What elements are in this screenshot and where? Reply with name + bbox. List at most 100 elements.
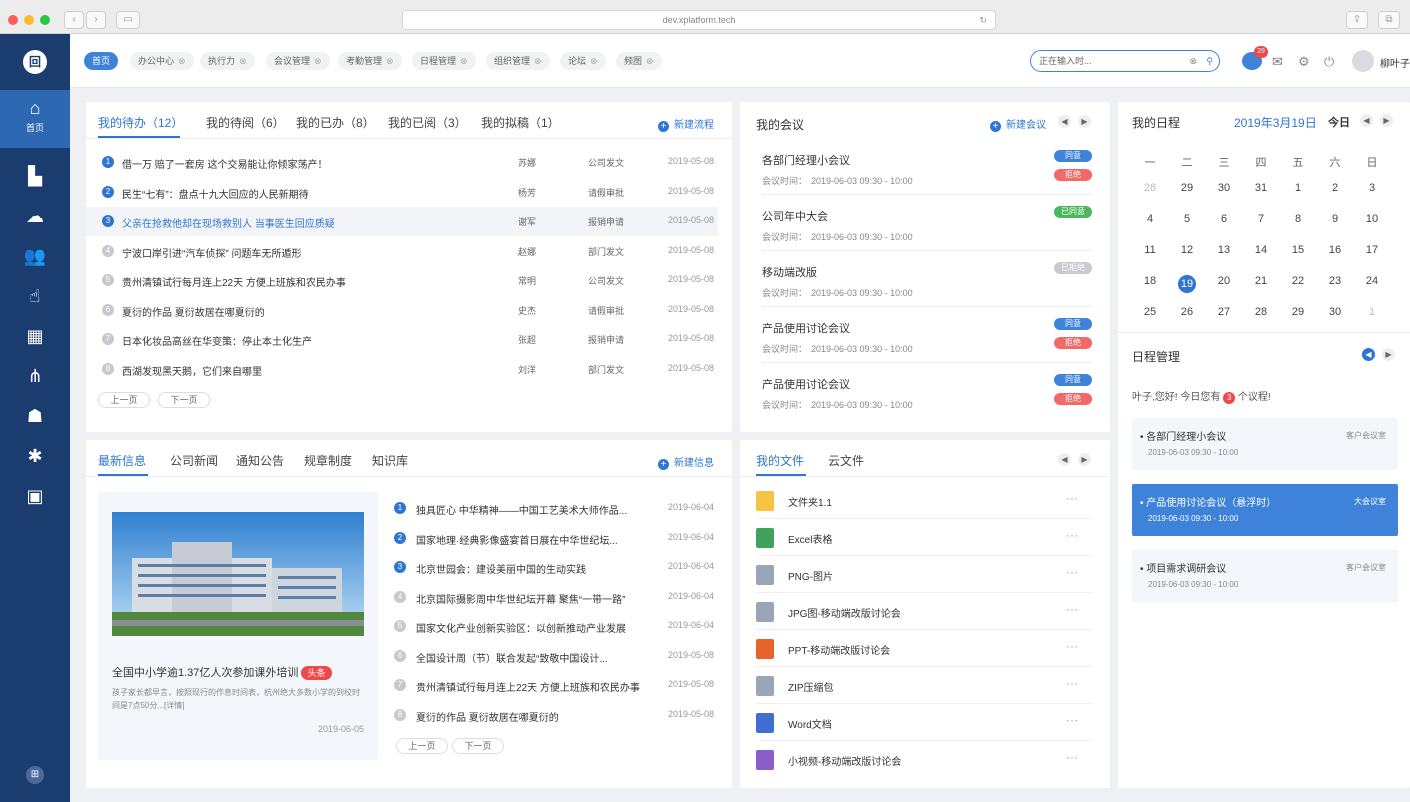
avatar[interactable] xyxy=(1352,50,1374,72)
tab-company-news[interactable]: 公司新闻 xyxy=(170,452,218,469)
schedule-date[interactable]: 2019年3月19日 xyxy=(1234,114,1317,131)
tab-regulations[interactable]: 规章制度 xyxy=(304,452,352,469)
prev-month-icon[interactable]: ◀ xyxy=(1360,114,1373,127)
prev-page-button[interactable]: 上一页 xyxy=(396,738,448,754)
tab-drafts[interactable]: 我的拟稿（1） xyxy=(481,114,560,131)
file-name[interactable]: Excel表格 xyxy=(788,531,832,546)
apps-grid-icon[interactable]: ⊞ xyxy=(26,766,44,784)
meeting-item[interactable]: 公司年中大会 会议时间： 2019-06-03 09:30 - 10:00 已同意 xyxy=(740,206,1110,258)
file-item[interactable]: PNG-图片 ··· xyxy=(756,556,1092,593)
file-item[interactable]: 小视频-移动端改版讨论会 ··· xyxy=(756,741,1092,777)
calendar-day[interactable]: 24 xyxy=(1354,275,1390,287)
row-title[interactable]: 西湖发现黑天鹅，它们来自哪里 xyxy=(122,363,262,378)
file-name[interactable]: PNG-图片 xyxy=(788,568,833,583)
network-icon[interactable]: ✱ xyxy=(0,446,70,467)
tab-schedule[interactable]: 日程管理 ⊗ xyxy=(412,52,476,70)
tab-office[interactable]: 办公中心 ⊗ xyxy=(130,52,194,70)
table-row[interactable]: 7 日本化妆品高丝在华变策：停止本土化生产 张超 报销申请 2019-05-08 xyxy=(86,325,718,354)
row-title[interactable]: 民生“七有”：盘点十九大回应的人民新期待 xyxy=(122,186,309,201)
file-item[interactable]: Excel表格 ··· xyxy=(756,519,1092,556)
table-row[interactable]: 4 宁波口岸引进“汽车侦探” 问题车无所遁形 赵娜 部门发文 2019-05-08 xyxy=(86,237,718,266)
tabs-icon[interactable]: ⧉ xyxy=(1378,11,1400,29)
file-name[interactable]: 小视频-移动端改版讨论会 xyxy=(788,753,901,768)
calendar-day[interactable]: 6 xyxy=(1206,213,1242,225)
calendar-day[interactable]: 15 xyxy=(1280,244,1316,256)
calendar-day[interactable]: 27 xyxy=(1206,306,1242,318)
search-input[interactable]: 正在输入时... ⊗ ⚲ xyxy=(1030,50,1220,72)
tab-my-files[interactable]: 我的文件 xyxy=(756,452,804,469)
new-process-button[interactable]: + 新建流程 xyxy=(658,116,714,132)
more-icon[interactable]: ··· xyxy=(1066,713,1078,727)
tab-done[interactable]: 我的已办（8） xyxy=(296,114,375,131)
meeting-item[interactable]: 产品使用讨论会议 会议时间： 2019-06-03 09:30 - 10:00 同意拒… xyxy=(740,318,1110,370)
news-item[interactable]: 7 贵州清镇试行每月连上22天 方便上班族和农民办事 2019-05-08 xyxy=(386,675,726,701)
prev-page-button[interactable]: 上一页 xyxy=(98,392,150,408)
sidebar-toggle-icon[interactable]: ▭ xyxy=(116,11,140,29)
tab-latest[interactable]: 最新信息 xyxy=(98,452,146,469)
calendar-day[interactable]: 2 xyxy=(1317,182,1353,194)
news-title[interactable]: 贵州清镇试行每月连上22天 方便上班族和农民办事 xyxy=(416,679,640,694)
users-icon[interactable]: 👥 xyxy=(0,246,70,267)
next-icon[interactable]: ▶ xyxy=(1382,348,1395,361)
cloud-icon[interactable]: ☁ xyxy=(0,206,70,227)
hand-icon[interactable]: ☝ xyxy=(0,286,70,307)
news-item[interactable]: 5 国家文化产业创新实验区：以创新推动产业发展 2019-06-04 xyxy=(386,616,726,642)
file-item[interactable]: Word文档 ··· xyxy=(756,704,1092,741)
calendar-day[interactable]: 16 xyxy=(1317,244,1353,256)
power-icon[interactable]: ⏻ xyxy=(1324,54,1334,70)
row-title[interactable]: 宁波口岸引进“汽车侦探” 问题车无所遁形 xyxy=(122,245,301,260)
calendar-day[interactable]: 31 xyxy=(1243,182,1279,194)
file-name[interactable]: PPT-移动端改版讨论会 xyxy=(788,642,890,657)
meeting-status-badge[interactable]: 拒绝 xyxy=(1054,337,1092,349)
minimize-window-icon[interactable] xyxy=(24,15,34,25)
schedule-item[interactable]: • 产品使用讨论会议（悬浮时） 大会议室 2019-06-03 09:30 - 10… xyxy=(1132,484,1398,536)
sidebar-item-home[interactable]: ⌂ 首页 xyxy=(0,90,70,148)
more-icon[interactable]: ··· xyxy=(1066,676,1078,690)
calendar-day[interactable]: 20 xyxy=(1206,275,1242,287)
table-row[interactable]: 1 借一万 赔了一套房 这个交易能让你倾家荡产！ 苏娜 公司发文 2019-05-08 xyxy=(86,148,718,177)
calendar-day[interactable]: 22 xyxy=(1280,275,1316,287)
table-row[interactable]: 2 民生“七有”：盘点十九大回应的人民新期待 杨芳 请假审批 2019-05-08 xyxy=(86,178,718,207)
calendar-day[interactable]: 26 xyxy=(1169,306,1205,318)
file-item[interactable]: JPG图-移动端改版讨论会 ··· xyxy=(756,593,1092,630)
tab-chart[interactable]: 频图 ⊗ xyxy=(616,52,662,70)
calendar-day[interactable]: 30 xyxy=(1206,182,1242,194)
gear-icon[interactable]: ⚙ xyxy=(1298,54,1310,70)
tab-cloud-files[interactable]: 云文件 xyxy=(828,452,864,469)
tab-forum[interactable]: 论坛 ⊗ xyxy=(560,52,606,70)
org-chart-icon[interactable]: ⋔ xyxy=(0,366,70,387)
reload-icon[interactable]: ↻ xyxy=(979,11,987,29)
calendar-day[interactable]: 9 xyxy=(1317,213,1353,225)
more-icon[interactable]: ··· xyxy=(1066,528,1078,542)
gift-icon[interactable]: ✉ xyxy=(1272,54,1283,70)
calendar-day[interactable]: 18 xyxy=(1132,275,1168,287)
calendar-day[interactable]: 3 xyxy=(1354,182,1390,194)
news-title[interactable]: 夏衍的作品 夏衍故居在哪夏衍的 xyxy=(416,709,559,724)
maximize-window-icon[interactable] xyxy=(40,15,50,25)
next-icon[interactable]: ▶ xyxy=(1078,115,1091,128)
forward-icon[interactable]: › xyxy=(86,11,106,29)
news-item[interactable]: 2 国家地理·经典影像盛宴首日展在中华世纪坛... 2019-06-04 xyxy=(386,528,726,554)
row-title[interactable]: 借一万 赔了一套房 这个交易能让你倾家荡产！ xyxy=(122,156,328,171)
prev-icon[interactable]: ◀ xyxy=(1362,348,1375,361)
news-item[interactable]: 6 全国设计周（节）联合发起“致敬中国设计... 2019-05-08 xyxy=(386,646,726,672)
row-title[interactable]: 贵州清镇试行每月连上22天 方便上班族和农民办事 xyxy=(122,274,346,289)
news-title[interactable]: 国家文化产业创新实验区：以创新推动产业发展 xyxy=(416,620,626,635)
team-icon[interactable]: ☗ xyxy=(0,406,70,427)
monitor-icon[interactable]: ▣ xyxy=(0,486,70,507)
tab-execution[interactable]: 执行力 ⊗ xyxy=(200,52,255,70)
today-button[interactable]: 今日 xyxy=(1328,114,1350,130)
meeting-status-badge[interactable]: 拒绝 xyxy=(1054,393,1092,405)
schedule-item[interactable]: • 各部门经理小会议 客户会议室 2019-06-03 09:30 - 10:00 xyxy=(1132,418,1398,470)
meeting-item[interactable]: 移动端改版 会议时间： 2019-06-03 09:30 - 10:00 已拒绝 xyxy=(740,262,1110,314)
calendar-day[interactable]: 30 xyxy=(1317,306,1353,318)
file-item[interactable]: ZIP压缩包 ··· xyxy=(756,667,1092,704)
file-name[interactable]: JPG图-移动端改版讨论会 xyxy=(788,605,901,620)
news-item[interactable]: 8 夏衍的作品 夏衍故居在哪夏衍的 2019-05-08 xyxy=(386,705,726,731)
meeting-status-badge[interactable]: 已同意 xyxy=(1054,206,1092,218)
next-icon[interactable]: ▶ xyxy=(1078,453,1091,466)
next-month-icon[interactable]: ▶ xyxy=(1380,114,1393,127)
meeting-status-badge[interactable]: 同意 xyxy=(1054,374,1092,386)
news-title[interactable]: 全国设计周（节）联合发起“致敬中国设计... xyxy=(416,650,608,665)
more-icon[interactable]: ··· xyxy=(1066,565,1078,579)
